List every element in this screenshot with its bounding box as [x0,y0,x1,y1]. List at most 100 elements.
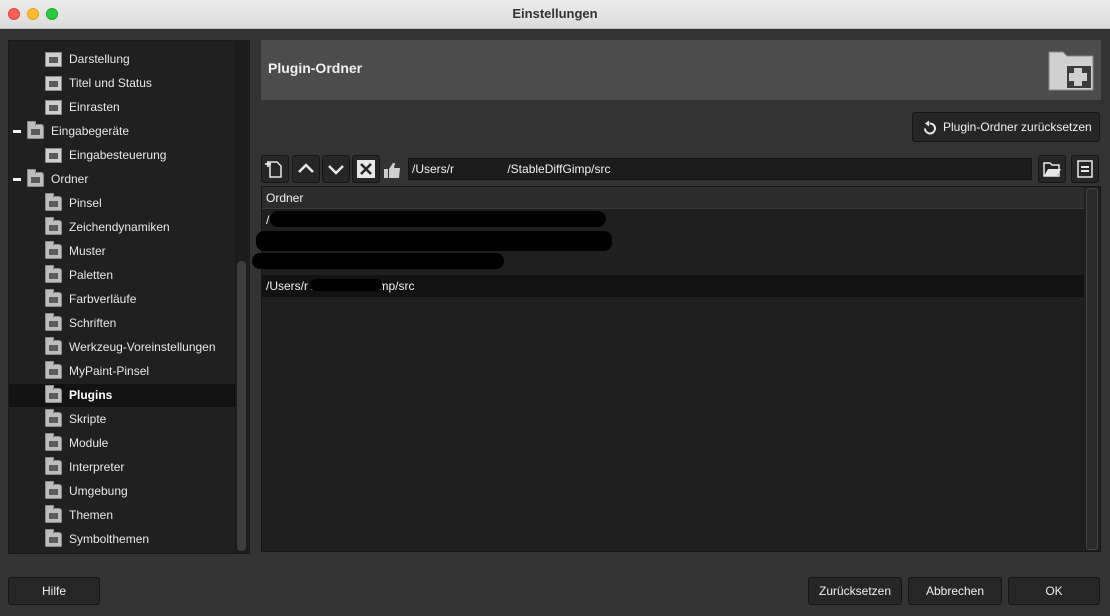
sidebar-item-mypaint-pinsel[interactable]: MyPaint-Pinsel [9,360,235,383]
collapse-icon[interactable] [13,130,21,133]
sidebar-item-label: Werkzeug-Voreinstellungen [69,340,216,354]
sidebar-item-farbverläufe[interactable]: Farbverläufe [9,288,235,311]
folder-icon [45,433,62,451]
folder-list: Ordner / /Users/r /StableDiffGimp/src [252,186,1101,552]
browse-folder-button[interactable] [1038,155,1066,183]
sidebar-item-label: Ordner [51,172,89,186]
sidebar-item-label: Paletten [69,268,114,282]
ok-button[interactable]: OK [1008,577,1100,605]
folder-icon [27,169,44,187]
sidebar-item-label: Farbverläufe [69,292,137,306]
redaction-mark [256,231,612,251]
help-button[interactable]: Hilfe [8,577,100,605]
reset-plugin-folders-button[interactable]: Plugin-Ordner zurücksetzen [912,112,1100,142]
folder-icon [45,313,62,331]
reset-plugin-folders-label: Plugin-Ordner zurücksetzen [943,120,1092,134]
sidebar-item-pinsel[interactable]: Pinsel [9,192,235,215]
sidebar-item-label: Themen [69,508,114,522]
title-bar: Einstellungen [0,0,1110,29]
folder-icon [45,289,62,307]
page-header: Plugin-Ordner [261,40,1101,100]
sidebar-item-label: Eingabegeräte [51,124,130,138]
sidebar-item-titel-und-status[interactable]: Titel und Status [9,72,235,95]
open-folder-icon [1043,162,1061,177]
folder-icon [45,241,62,259]
list-item-selected[interactable]: /Users/r /StableDiffGimp/src [262,275,1084,297]
sidebar-item-label: Plugins [69,388,113,402]
sidebar-item-label: Interpreter [69,460,125,474]
sidebar-item-zeichendynamiken[interactable]: Zeichendynamiken [9,216,235,239]
sidebar-item-label: Zeichendynamiken [69,220,170,234]
sidebar-item-skripte[interactable]: Skripte [9,408,235,431]
plugin-folder-icon [1047,46,1095,92]
sidebar-item-label: MyPaint-Pinsel [69,364,150,378]
sidebar-item-label: Skripte [69,412,107,426]
delete-folder-button[interactable] [352,155,380,183]
folder-icon [45,337,62,355]
preferences-tree: Darstellung Titel und Status Einrasten Eing… [8,40,250,554]
writable-thumb-icon[interactable] [383,160,403,180]
sidebar-item-werkzeug-voreinstellungen[interactable]: Werkzeug-Voreinstellungen [9,336,235,359]
sidebar-item-label: Darstellung [69,52,130,66]
sidebar-item-module[interactable]: Module [9,432,235,455]
redaction-mark [310,279,382,291]
sidebar-item-label: Eingabesteuerung [69,148,167,162]
move-up-button[interactable] [292,155,320,183]
sidebar-item-themen[interactable]: Themen [9,504,235,527]
sidebar-item-plugins[interactable]: Plugins [9,384,235,407]
folder-icon [45,217,62,235]
folder-icon [45,457,62,475]
sidebar-item-muster[interactable]: Muster [9,240,235,263]
sidebar-item-eingabesteuerung[interactable]: Eingabesteuerung [9,144,235,167]
folder-icon [45,193,62,211]
sidebar-item-darstellung[interactable]: Darstellung [9,48,235,71]
new-folder-icon [265,161,282,178]
folder-icon [45,481,62,499]
reset-icon [921,119,938,136]
sidebar-item-ordner[interactable]: Ordner [9,168,235,191]
tree-scrollbar[interactable] [235,41,248,553]
collapse-icon[interactable] [13,178,21,181]
document-icon [1077,160,1093,178]
folder-icon [45,409,62,427]
new-folder-button[interactable] [261,155,289,183]
sidebar-item-label: Symbolthemen [69,532,150,546]
move-down-icon [328,165,344,175]
folder-icon [45,265,62,283]
page-title: Plugin-Ordner [268,60,363,76]
page-icon [45,148,62,163]
sidebar-item-label: Module [69,436,109,450]
page-icon [45,76,62,91]
sidebar-item-interpreter[interactable]: Interpreter [9,456,235,479]
window-title: Einstellungen [512,6,598,21]
cancel-button[interactable]: Abbrechen [908,577,1002,605]
sidebar-item-schriften[interactable]: Schriften [9,312,235,335]
sidebar-item-eingabegeräte[interactable]: Eingabegeräte [9,120,235,143]
column-header-ordner[interactable]: Ordner [262,187,1084,209]
delete-icon [357,160,375,178]
redaction-mark [270,211,606,227]
sidebar-item-label: Muster [69,244,106,258]
move-down-button[interactable] [322,155,350,183]
folder-icon [45,361,62,379]
folder-icon [45,505,62,523]
folder-icon [45,385,62,403]
list-scrollbar[interactable] [1086,188,1098,550]
sidebar-item-label: Umgebung [69,484,128,498]
sidebar-item-paletten[interactable]: Paletten [9,264,235,287]
sidebar-item-label: Schriften [69,316,117,330]
sidebar-item-label: Pinsel [69,196,102,210]
page-icon [45,52,62,67]
redaction-mark [252,253,504,269]
reset-button[interactable]: Zurücksetzen [808,577,902,605]
sidebar-item-symbolthemen[interactable]: Symbolthemen [9,528,235,551]
page-icon [45,100,62,115]
folder-icon [45,529,62,547]
folder-icon [27,121,44,139]
sidebar-item-einrasten[interactable]: Einrasten [9,96,235,119]
tree-scrollbar-thumb[interactable] [237,261,246,551]
folder-path-input[interactable] [408,158,1032,180]
move-up-icon [298,163,314,173]
edit-path-button[interactable] [1071,155,1099,183]
sidebar-item-umgebung[interactable]: Umgebung [9,480,235,503]
